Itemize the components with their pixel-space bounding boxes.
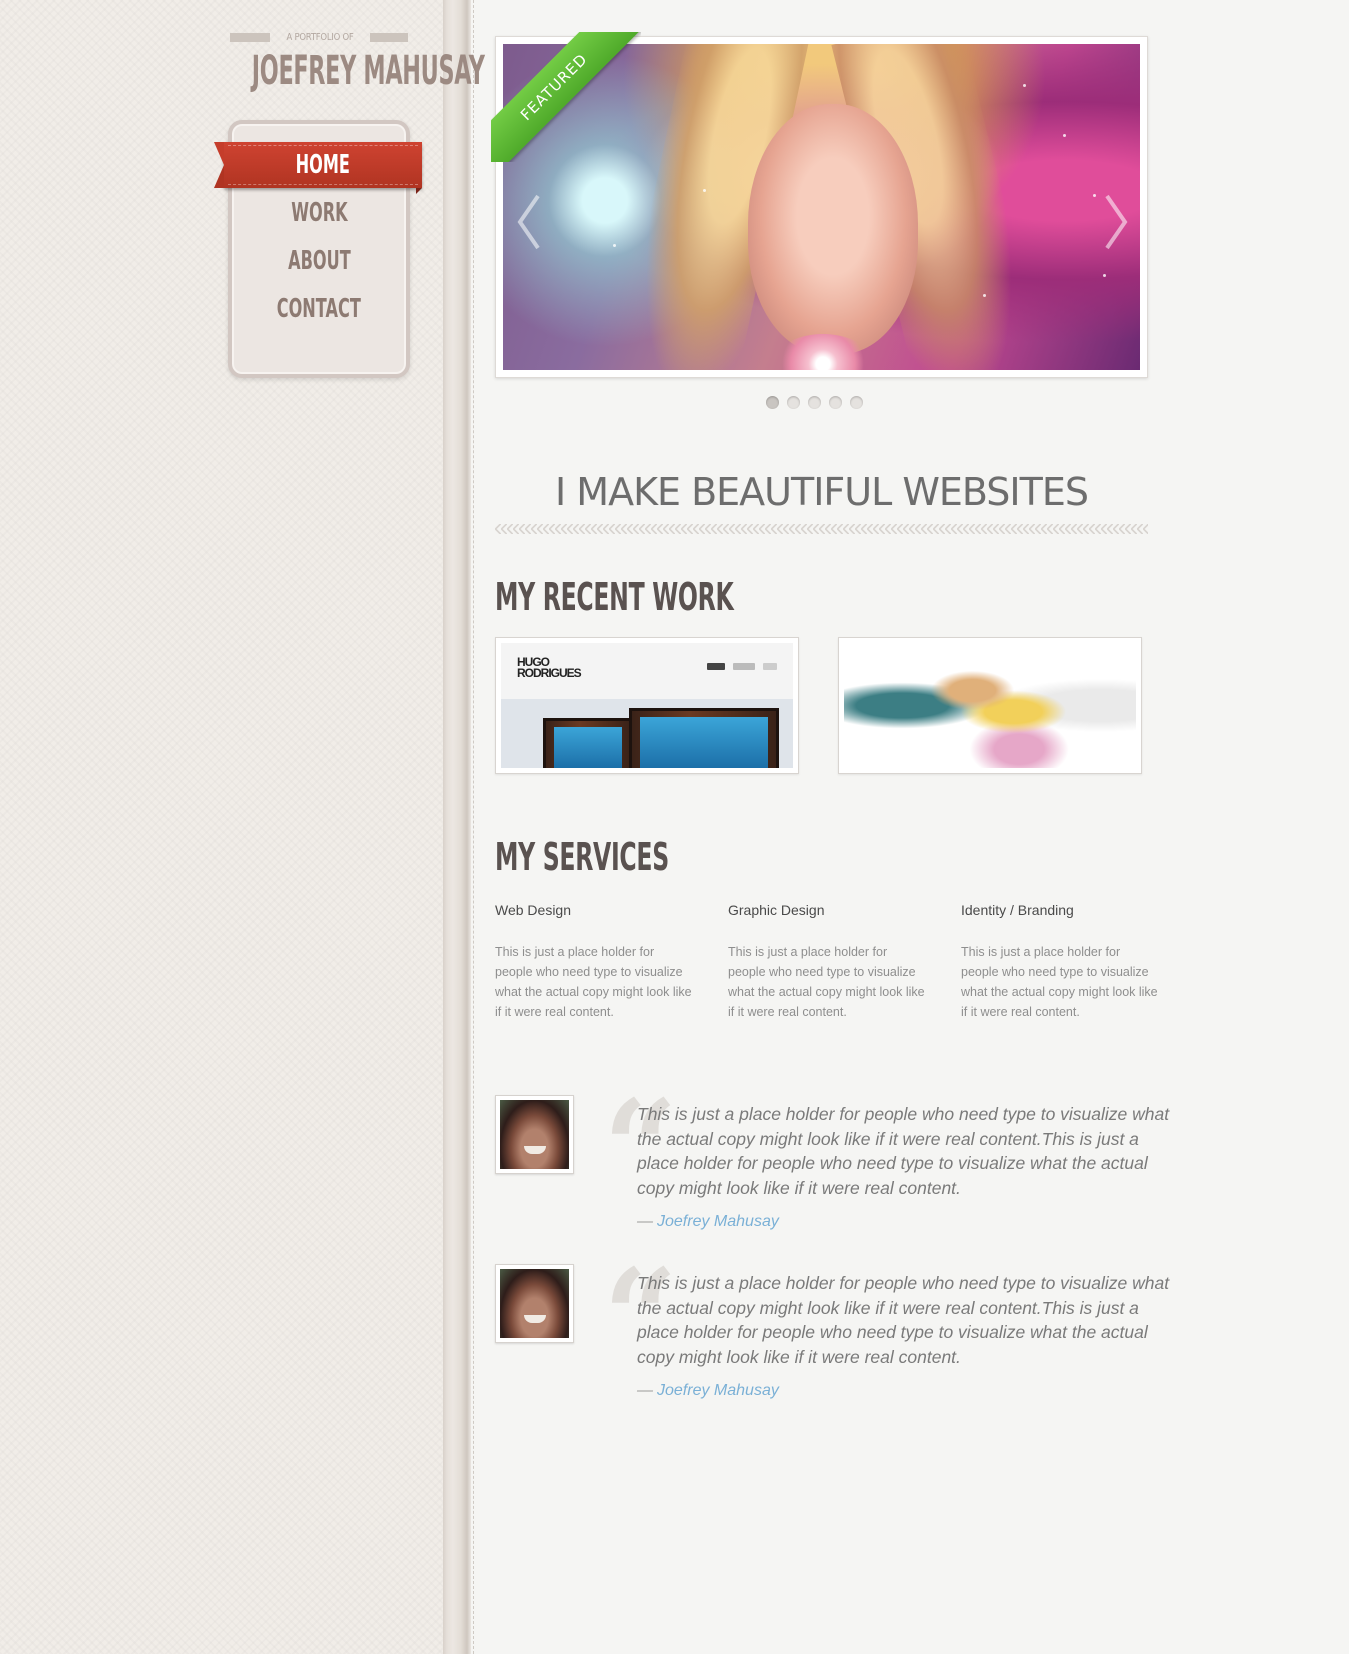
brand[interactable]: A PORTFOLIO OF JOEFREY MAHUSAY [210,30,485,94]
nav-item-label: HOME [295,150,351,180]
tagline: I MAKE BEAUTIFUL WEBSITES [555,470,1089,514]
testimonial-author: — Joefrey Mahusay [637,1382,779,1400]
nav-item-label: ABOUT [287,246,351,276]
thumb-menu-chip [763,663,777,670]
service-name: Identity / Branding [961,902,1074,918]
nav-item-about[interactable]: ABOUT [232,238,406,284]
slider-pagination [766,396,863,409]
avatar-smile [524,1146,546,1154]
testimonial: “ This is just a place holder for people… [495,1083,1195,1245]
slider-dot-2[interactable] [787,396,800,409]
avatar-photo [500,1269,569,1338]
thumb-device-screen [629,708,779,768]
author-dash: — [637,1213,653,1230]
service-name: Graphic Design [728,902,825,918]
avatar [495,1264,574,1343]
avatar-smile [524,1315,546,1323]
featured-ribbon-wrap: FEATURED [491,32,641,162]
nav-item-home[interactable]: HOME [214,142,422,194]
thumb-menu-chip [707,663,725,670]
brand-name[interactable]: JOEFREY MAHUSAY [252,48,485,94]
slide-art-sparkle [983,294,986,297]
chevron-right-icon [1105,194,1128,250]
testimonial-text: This is just a place holder for people w… [637,1273,1170,1367]
thumb-device-screen [543,718,633,768]
service-description: This is just a place holder for people w… [728,945,925,1019]
recent-work-title: MY RECENT WORK [495,575,734,619]
slide-art-sparkle [613,244,616,247]
avatar [495,1095,574,1174]
author-dash: — [637,1382,653,1399]
testimonial-text: This is just a place holder for people w… [637,1104,1170,1198]
work-thumb-hugo-rodrigues[interactable]: HUGO RODRIGUES [495,637,799,774]
slider-next-arrow[interactable] [1103,192,1129,252]
slide-art-sparkle [1103,274,1106,277]
slide-art-sparkle [703,189,706,192]
work-thumb-image [844,643,1136,768]
thumb-menu-chip [733,663,755,670]
service-name: Web Design [495,902,572,918]
service-identity-branding: Identity / Branding This is just a place… [961,902,1161,1022]
slide-art-face [748,104,918,354]
zigzag-divider [495,524,1148,534]
slider-dot-3[interactable] [808,396,821,409]
slide-art-sparkle [1093,194,1096,197]
featured-slider: FEATURED [491,32,1148,378]
thumb-device-display [640,717,768,768]
main-nav: HOME WORK ABOUT CONTACT [214,120,422,378]
nav-item-work[interactable]: WORK [232,190,406,236]
main-content: FEATURED I MAKE BEAUTIFUL WEBSITES MY RE… [488,0,1349,1654]
testimonial-author: — Joefrey Mahusay [637,1213,779,1231]
service-web-design: Web Design This is just a place holder f… [495,902,695,1022]
testimonial-author-link[interactable]: Joefrey Mahusay [657,1382,779,1399]
testimonial: “ This is just a place holder for people… [495,1252,1195,1414]
thumb-device-display [554,727,622,768]
service-description: This is just a place holder for people w… [961,945,1158,1019]
sidebar-edge [443,0,474,1654]
hugo-rodrigues-logo-line: RODRIGUES [517,666,582,680]
brand-subtitle: A PORTFOLIO OF [286,32,354,43]
slide-art-sparkle [1063,134,1066,137]
work-thumb-tangled[interactable] [838,637,1142,774]
slider-dot-5[interactable] [850,396,863,409]
avatar-photo [500,1100,569,1169]
hugo-rodrigues-logo: HUGO RODRIGUES [517,656,582,680]
featured-ribbon: FEATURED [491,32,641,162]
services-title: MY SERVICES [495,835,669,879]
testimonial-author-link[interactable]: Joefrey Mahusay [657,1213,779,1230]
nav-item-contact[interactable]: CONTACT [232,286,406,332]
slider-dot-1[interactable] [766,396,779,409]
work-thumb-image: HUGO RODRIGUES [501,643,793,768]
slider-prev-arrow[interactable] [516,192,542,252]
slide-art-sparkle [1023,84,1026,87]
slider-dot-4[interactable] [829,396,842,409]
service-description: This is just a place holder for people w… [495,945,692,1019]
service-graphic-design: Graphic Design This is just a place hold… [728,902,928,1022]
nav-item-label: CONTACT [276,294,362,324]
chevron-left-icon [517,194,540,250]
nav-item-label: WORK [290,198,348,228]
